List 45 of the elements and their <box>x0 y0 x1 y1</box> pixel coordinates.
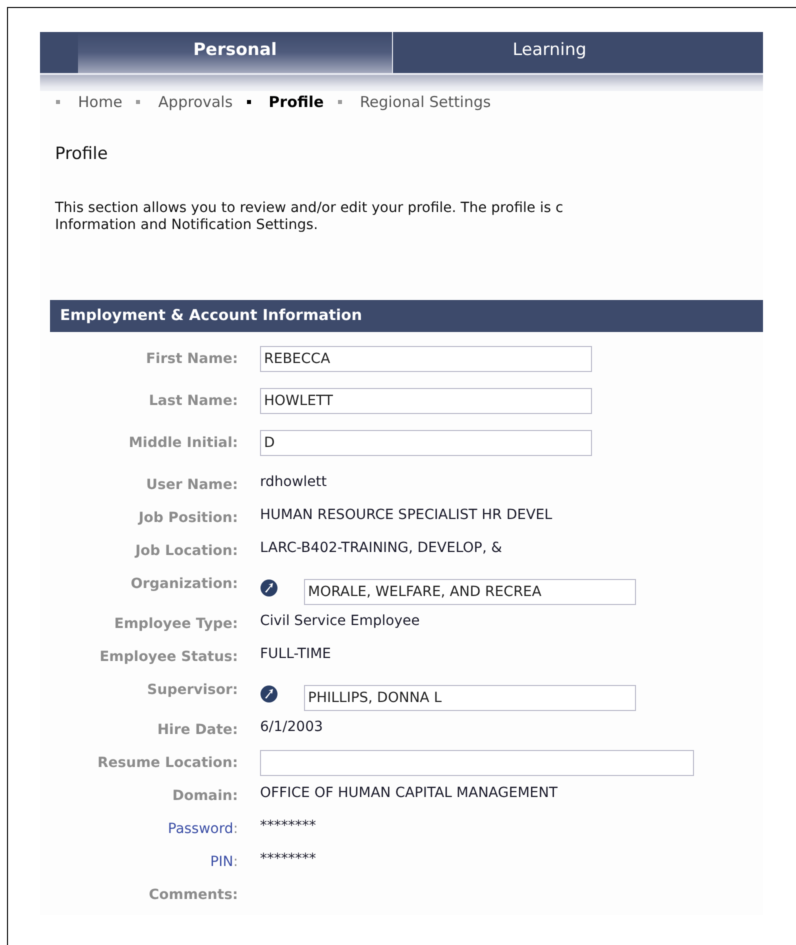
field-label: Supervisor: <box>147 682 238 698</box>
description-line: This section allows you to review and/or edit your profile. The profile is c <box>55 200 564 216</box>
bullet-icon <box>56 100 60 104</box>
bullet-icon <box>246 100 251 104</box>
bullet-icon <box>338 100 342 104</box>
field-label: User Name: <box>146 476 238 492</box>
description-line: Information and Notification Settings. <box>55 216 319 234</box>
text-input-field[interactable] <box>260 750 694 776</box>
field-value: FULL-TIME <box>260 644 332 664</box>
field-label: Domain: <box>172 788 238 804</box>
field-value: Civil Service Employee <box>260 612 420 630</box>
field-value: ******** <box>260 816 316 836</box>
field-label: Last Name: <box>148 392 238 408</box>
nav-link[interactable]: Approvals <box>158 91 233 114</box>
label-link[interactable]: PIN <box>210 854 234 870</box>
lookup-input-field[interactable]: MORALE, WELFARE, AND RECREA <box>304 578 636 604</box>
field-value: OFFICE OF HUMAN CAPITAL MANAGEMENT <box>260 784 558 802</box>
field-label: First Name: <box>146 350 238 366</box>
field-value: LARC-B402-TRAINING, DEVELOP, & <box>260 538 502 558</box>
field-label: Employee Status: <box>100 648 238 664</box>
label-link[interactable]: Password <box>168 820 234 836</box>
field-label: Comments: <box>148 886 238 902</box>
field-value: ******** <box>260 850 316 868</box>
field-label: Job Location: <box>135 542 238 558</box>
nav-link[interactable]: Profile <box>268 91 324 114</box>
field-label: Hire Date: <box>157 722 238 738</box>
bullet-icon <box>136 100 140 104</box>
label-colon: : <box>233 854 238 870</box>
label-colon: : <box>233 820 238 836</box>
lookup-input-field[interactable]: PHILLIPS, DONNA L <box>304 684 636 710</box>
field-label: Employee Type: <box>114 616 238 632</box>
page-title: Profile <box>55 144 109 164</box>
text-input-field[interactable]: D <box>260 430 592 456</box>
field-value: 6/1/2003 <box>260 718 323 736</box>
section-header: Employment & Account Information <box>50 300 763 332</box>
field-value: HUMAN RESOURCE SPECIALIST HR DEVEL <box>260 506 552 524</box>
text-input-field[interactable]: REBECCA <box>260 346 592 372</box>
field-label: Resume Location: <box>98 754 238 770</box>
text-input-field[interactable]: HOWLETT <box>260 388 592 414</box>
field-label: Organization: <box>130 576 238 592</box>
field-label: Middle Initial: <box>128 434 238 450</box>
nav-link[interactable]: Home <box>78 91 122 114</box>
field-label: Job Position: <box>138 510 238 526</box>
nav-link[interactable]: Regional Settings <box>360 91 491 114</box>
field-value: rdhowlett <box>260 472 327 492</box>
